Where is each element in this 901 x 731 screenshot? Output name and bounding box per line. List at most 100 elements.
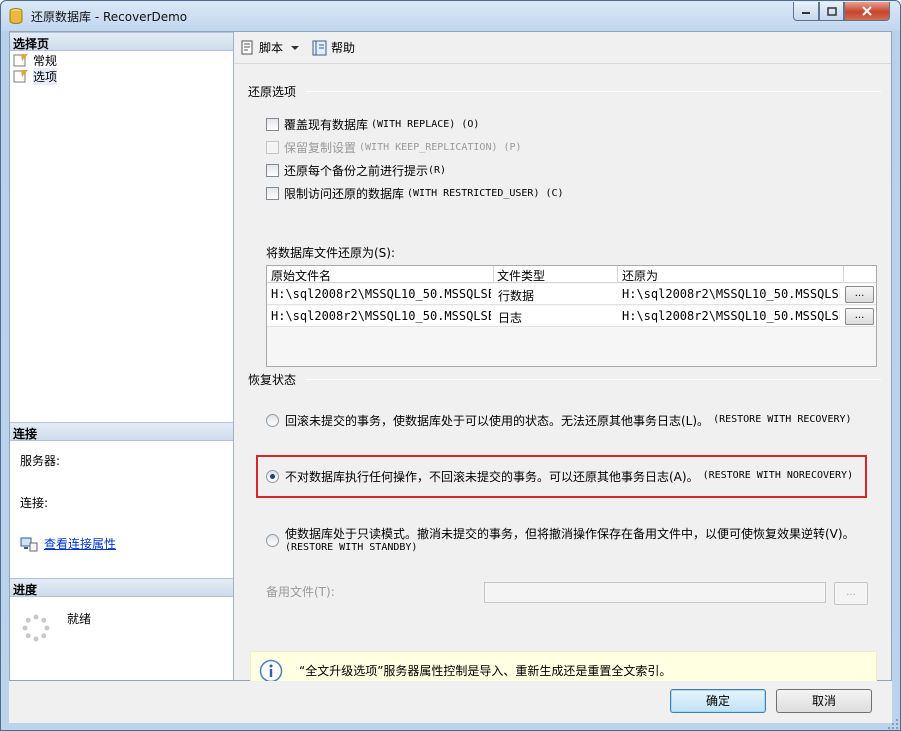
restore-files-grid: 原始文件名 文件类型 还原为 H:\sql2008r2\MSSQL10_50.M… [266, 265, 877, 367]
standby-option-text: 使数据库处于只读模式。撤消未提交的事务，但将撤消操作保存在备用文件中，以便可使恢… [285, 527, 855, 541]
overwrite-checkbox[interactable]: 覆盖现有数据库 (WITH REPLACE) (O) [266, 116, 479, 133]
standby-option-radio[interactable]: 使数据库处于只读模式。撤消未提交的事务，但将撤消操作保存在备用文件中，以便可使恢… [266, 525, 876, 553]
norecovery-option-code: (RESTORE WITH NORECOVERY) [702, 470, 854, 481]
restricted-user-checkbox[interactable]: 限制访问还原的数据库 (WITH RESTRICTED_USER) (C) [266, 185, 564, 202]
window-title: 还原数据库 - RecoverDemo [31, 10, 188, 24]
info-message: “全文升级选项”服务器属性控制是导入、重新生成还是重置全文索引。 [299, 664, 672, 678]
restore-database-window: 还原数据库 - RecoverDemo 选择页 常规 选项 连接 服务器: 连接… [0, 0, 901, 731]
table-row[interactable]: H:\sql2008r2\MSSQL10_50.MSSQLSER... 日志 H… [267, 306, 876, 327]
help-label: 帮助 [331, 41, 356, 55]
column-header-original: 原始文件名 [271, 269, 332, 283]
restore-files-label: 将数据库文件还原为(S): [266, 246, 396, 260]
radio-dot-selected[interactable] [266, 470, 279, 483]
restricted-user-key: (C) [545, 188, 564, 199]
standby-browse-button[interactable]: ... [834, 582, 868, 605]
script-button[interactable]: 脚本 [240, 39, 300, 56]
server-label: 服务器: [20, 454, 61, 468]
column-separator [493, 266, 494, 283]
recovery-option-code: (RESTORE WITH RECOVERY) [713, 414, 852, 425]
recovery-option-radio[interactable]: 回滚未提交的事务，使数据库处于可以使用的状态。无法还原其他事务日志(L)。 (R… [266, 412, 852, 429]
radio-dot[interactable] [266, 414, 279, 427]
page-item-options[interactable]: 选项 [13, 67, 58, 85]
database-icon [9, 8, 23, 24]
connection-label: 连接: [20, 496, 49, 510]
norecovery-option-radio[interactable]: 不对数据库执行任何操作，不回滚未提交的事务。可以还原其他事务日志(A)。 (RE… [266, 468, 853, 485]
script-label: 脚本 [259, 41, 284, 55]
checkbox-box[interactable] [266, 187, 279, 200]
minimize-icon [802, 12, 810, 14]
options-content: 还原选项 覆盖现有数据库 (WITH REPLACE) (O) 保留复制设置 (… [234, 65, 891, 690]
restore-options-title: 还原选项 [248, 85, 297, 99]
keep-replication-code: (WITH KEEP_REPLICATION) [359, 142, 498, 153]
help-icon [312, 40, 327, 55]
cell-type: 行数据 [498, 289, 535, 303]
progress-spinner-icon [22, 614, 50, 642]
column-header-restore-as: 还原为 [622, 269, 659, 283]
close-button[interactable] [844, 2, 890, 21]
norecovery-option-text: 不对数据库执行任何操作，不回滚未提交的事务。可以还原其他事务日志(A)。 [285, 470, 699, 484]
group-divider [306, 379, 881, 380]
browse-button[interactable]: ... [845, 308, 874, 325]
keep-replication-key: (P) [503, 142, 522, 153]
help-button[interactable]: 帮助 [312, 39, 355, 56]
overwrite-code: (WITH REPLACE) [371, 119, 456, 130]
column-header-type: 文件类型 [497, 269, 546, 283]
radio-dot[interactable] [266, 534, 279, 547]
progress-header: 进度 [10, 578, 233, 597]
chevron-down-icon[interactable] [291, 45, 300, 51]
maximize-icon [826, 6, 837, 16]
table-row[interactable]: H:\sql2008r2\MSSQL10_50.MSSQLSER... 行数据 … [267, 284, 876, 305]
cell-original: H:\sql2008r2\MSSQL10_50.MSSQLSER... [271, 287, 491, 301]
dialog-client: 选择页 常规 选项 连接 服务器: 连接: 查看连接属性 进度 就绪 脚本 帮助… [9, 31, 892, 690]
minimize-button[interactable] [793, 2, 819, 21]
resize-grip-icon[interactable] [887, 718, 899, 730]
select-page-header: 选择页 [10, 32, 233, 51]
right-pane: 脚本 帮助 还原选项 覆盖现有数据库 (WITH REPLACE) (O) 保留… [234, 32, 891, 690]
checkbox-box[interactable] [266, 164, 279, 177]
title-bar[interactable]: 还原数据库 - RecoverDemo [1, 1, 900, 31]
script-icon [241, 40, 253, 54]
standby-option-code: (RESTORE WITH STANDBY) [285, 542, 418, 553]
group-divider [306, 91, 881, 92]
progress-status: 就绪 [67, 612, 92, 626]
cell-type: 日志 [498, 311, 523, 325]
view-connection-properties-label: 查看连接属性 [44, 537, 117, 551]
view-connection-properties-link[interactable]: 查看连接属性 [20, 535, 116, 552]
cell-restore-as[interactable]: H:\sql2008r2\MSSQL10_50.MSSQLSER... [622, 287, 840, 301]
column-separator [617, 266, 618, 283]
prompt-before-restore-checkbox[interactable]: 还原每个备份之前进行提示 (R) [266, 162, 446, 179]
cell-original: H:\sql2008r2\MSSQL10_50.MSSQLSER... [271, 309, 491, 323]
column-separator [843, 266, 844, 283]
prompt-before-restore-key: (R) [428, 165, 447, 176]
checkbox-box[interactable] [266, 141, 279, 154]
standby-file-input[interactable] [484, 582, 826, 603]
checkbox-box[interactable] [266, 118, 279, 131]
page-item-general[interactable]: 常规 [13, 52, 57, 68]
page-item-label: 选项 [33, 67, 58, 85]
browse-button[interactable]: ... [845, 286, 874, 303]
page-icon [13, 70, 28, 83]
page-icon [13, 54, 28, 67]
page-item-label: 常规 [33, 53, 58, 68]
grid-header: 原始文件名 文件类型 还原为 [267, 266, 876, 283]
cancel-button[interactable]: 取消 [776, 689, 872, 713]
overwrite-key: (O) [461, 119, 480, 130]
recovery-state-title: 恢复状态 [248, 373, 297, 387]
connection-properties-icon [20, 537, 38, 551]
maximize-button[interactable] [819, 2, 844, 21]
prompt-before-restore-label: 还原每个备份之前进行提示 [284, 164, 429, 178]
restricted-user-code: (WITH RESTRICTED_USER) [407, 188, 540, 199]
close-icon [862, 6, 872, 16]
keep-replication-label: 保留复制设置 [284, 141, 357, 155]
connection-header: 连接 [10, 422, 233, 441]
dialog-button-bar: 确定 取消 [9, 681, 892, 723]
info-icon [259, 659, 283, 682]
overwrite-label: 覆盖现有数据库 [284, 118, 369, 132]
left-pane: 选择页 常规 选项 连接 服务器: 连接: 查看连接属性 进度 就绪 [10, 32, 234, 680]
cell-restore-as[interactable]: H:\sql2008r2\MSSQL10_50.MSSQLSER... [622, 309, 840, 323]
ok-button[interactable]: 确定 [670, 689, 766, 713]
recovery-option-text: 回滚未提交的事务，使数据库处于可以使用的状态。无法还原其他事务日志(L)。 [285, 414, 710, 428]
keep-replication-checkbox[interactable]: 保留复制设置 (WITH KEEP_REPLICATION) (P) [266, 139, 522, 156]
standby-file-label: 备用文件(T): [266, 585, 335, 599]
toolbar: 脚本 帮助 [234, 32, 891, 64]
